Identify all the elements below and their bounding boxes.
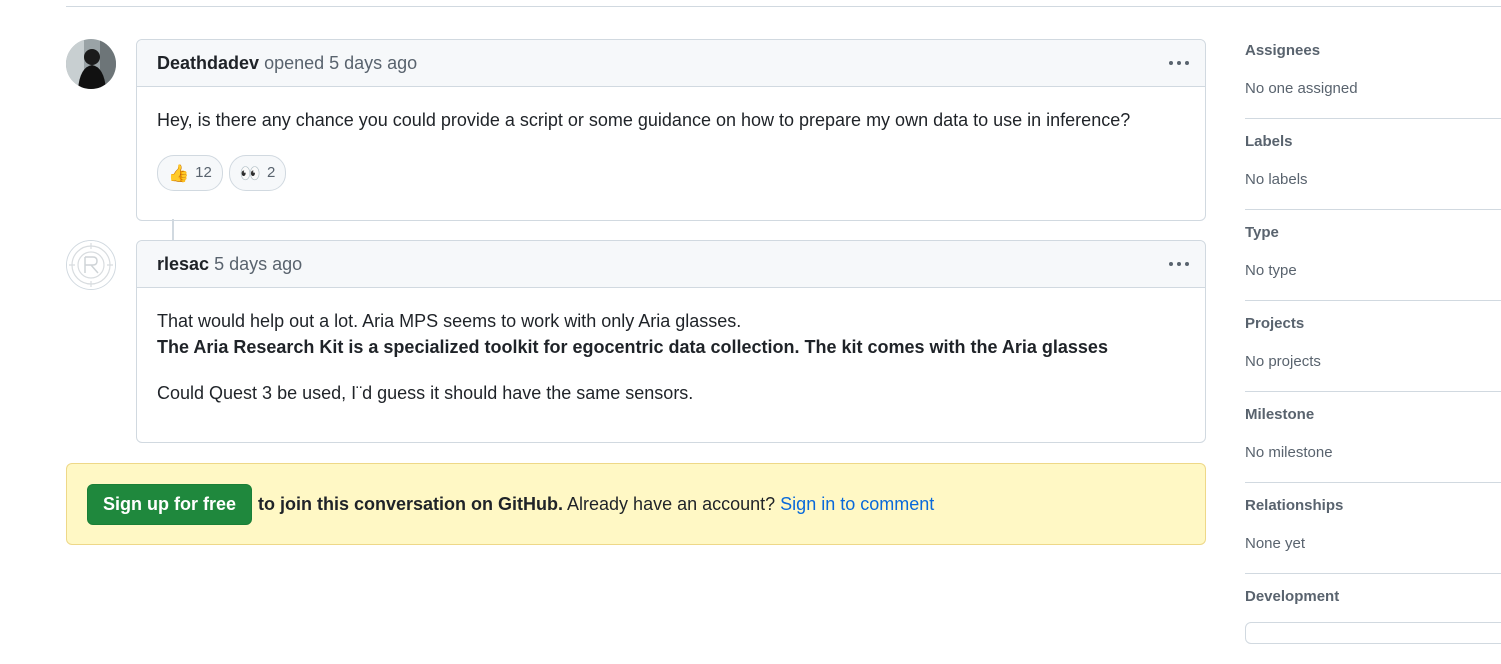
comment-body: Hey, is there any chance you could provi… [137,87,1205,211]
signup-message: to join this conversation on GitHub. Alr… [258,494,934,515]
sidebar-heading[interactable]: Development [1245,588,1339,605]
sidebar-type: Type No type [1245,210,1501,301]
signup-message-bold: to join this conversation on GitHub. [258,493,564,514]
sidebar-value: No milestone [1245,444,1333,461]
avatar-deathdadev[interactable] [66,39,116,89]
development-box [1245,622,1501,644]
reaction-count: 12 [195,164,212,181]
comment-timestamp[interactable]: 5 days ago [214,254,302,274]
top-divider [66,6,1501,7]
eyes-icon: 👀 [239,163,262,183]
sidebar-development: Development [1245,574,1501,664]
reactions-bar: 👍 12 👀 2 [157,155,1185,191]
comment-text-line-3: Could Quest 3 be used, I¨d guess it shou… [157,383,694,403]
sidebar-milestone: Milestone No milestone [1245,392,1501,483]
comment-options-button[interactable] [1167,51,1191,75]
comment-card-1: Deathdadev opened 5 days ago Hey, is the… [136,39,1206,221]
sidebar-labels: Labels No labels [1245,119,1501,210]
comment-header: Deathdadev opened 5 days ago [137,40,1205,87]
reaction-eyes[interactable]: 👀 2 [228,155,287,191]
sidebar-value: No one assigned [1245,80,1358,97]
sign-in-link[interactable]: Sign in to comment [780,494,934,514]
sidebar-relationships: Relationships None yet [1245,483,1501,574]
comment-options-button[interactable] [1167,252,1191,276]
comment-author[interactable]: Deathdadev [157,53,259,73]
sidebar-heading[interactable]: Assignees [1245,42,1320,59]
sidebar-heading[interactable]: Type [1245,224,1279,241]
reaction-thumbs-up[interactable]: 👍 12 [157,155,223,191]
signup-button[interactable]: Sign up for free [87,483,253,525]
comment-body: That would help out a lot. Aria MPS seem… [137,288,1205,426]
sidebar-value: None yet [1245,535,1306,552]
sidebar-heading[interactable]: Projects [1245,315,1304,332]
sidebar-heading[interactable]: Labels [1245,133,1293,150]
comment-text: Hey, is there any chance you could provi… [157,110,1131,130]
sidebar-value: No labels [1245,171,1308,188]
reaction-count: 2 [267,164,276,181]
sidebar-projects: Projects No projects [1245,301,1501,392]
comment-timestamp[interactable]: opened 5 days ago [264,53,417,73]
comment-card-2: rlesac 5 days ago That would help out a … [136,240,1206,443]
signup-banner: Sign up for free to join this conversati… [66,463,1206,545]
comment-text-line-2: The Aria Research Kit is a specialized t… [157,337,1108,357]
comment-author[interactable]: rlesac [157,254,209,274]
sidebar-value: No projects [1245,353,1321,370]
sidebar-assignees: Assignees No one assigned [1245,28,1501,119]
sidebar-heading[interactable]: Relationships [1245,497,1343,514]
issue-sidebar: Assignees No one assigned Labels No labe… [1245,28,1501,664]
sidebar-heading[interactable]: Milestone [1245,406,1314,423]
sidebar-value: No type [1245,262,1297,279]
thumbs-up-icon: 👍 [168,163,190,183]
signup-message-text: Already have an account? [563,493,781,514]
avatar-rlesac[interactable] [66,240,116,290]
timeline-connector [172,219,174,240]
comment-text-line-1: That would help out a lot. Aria MPS seem… [157,311,742,331]
comment-header: rlesac 5 days ago [137,241,1205,288]
